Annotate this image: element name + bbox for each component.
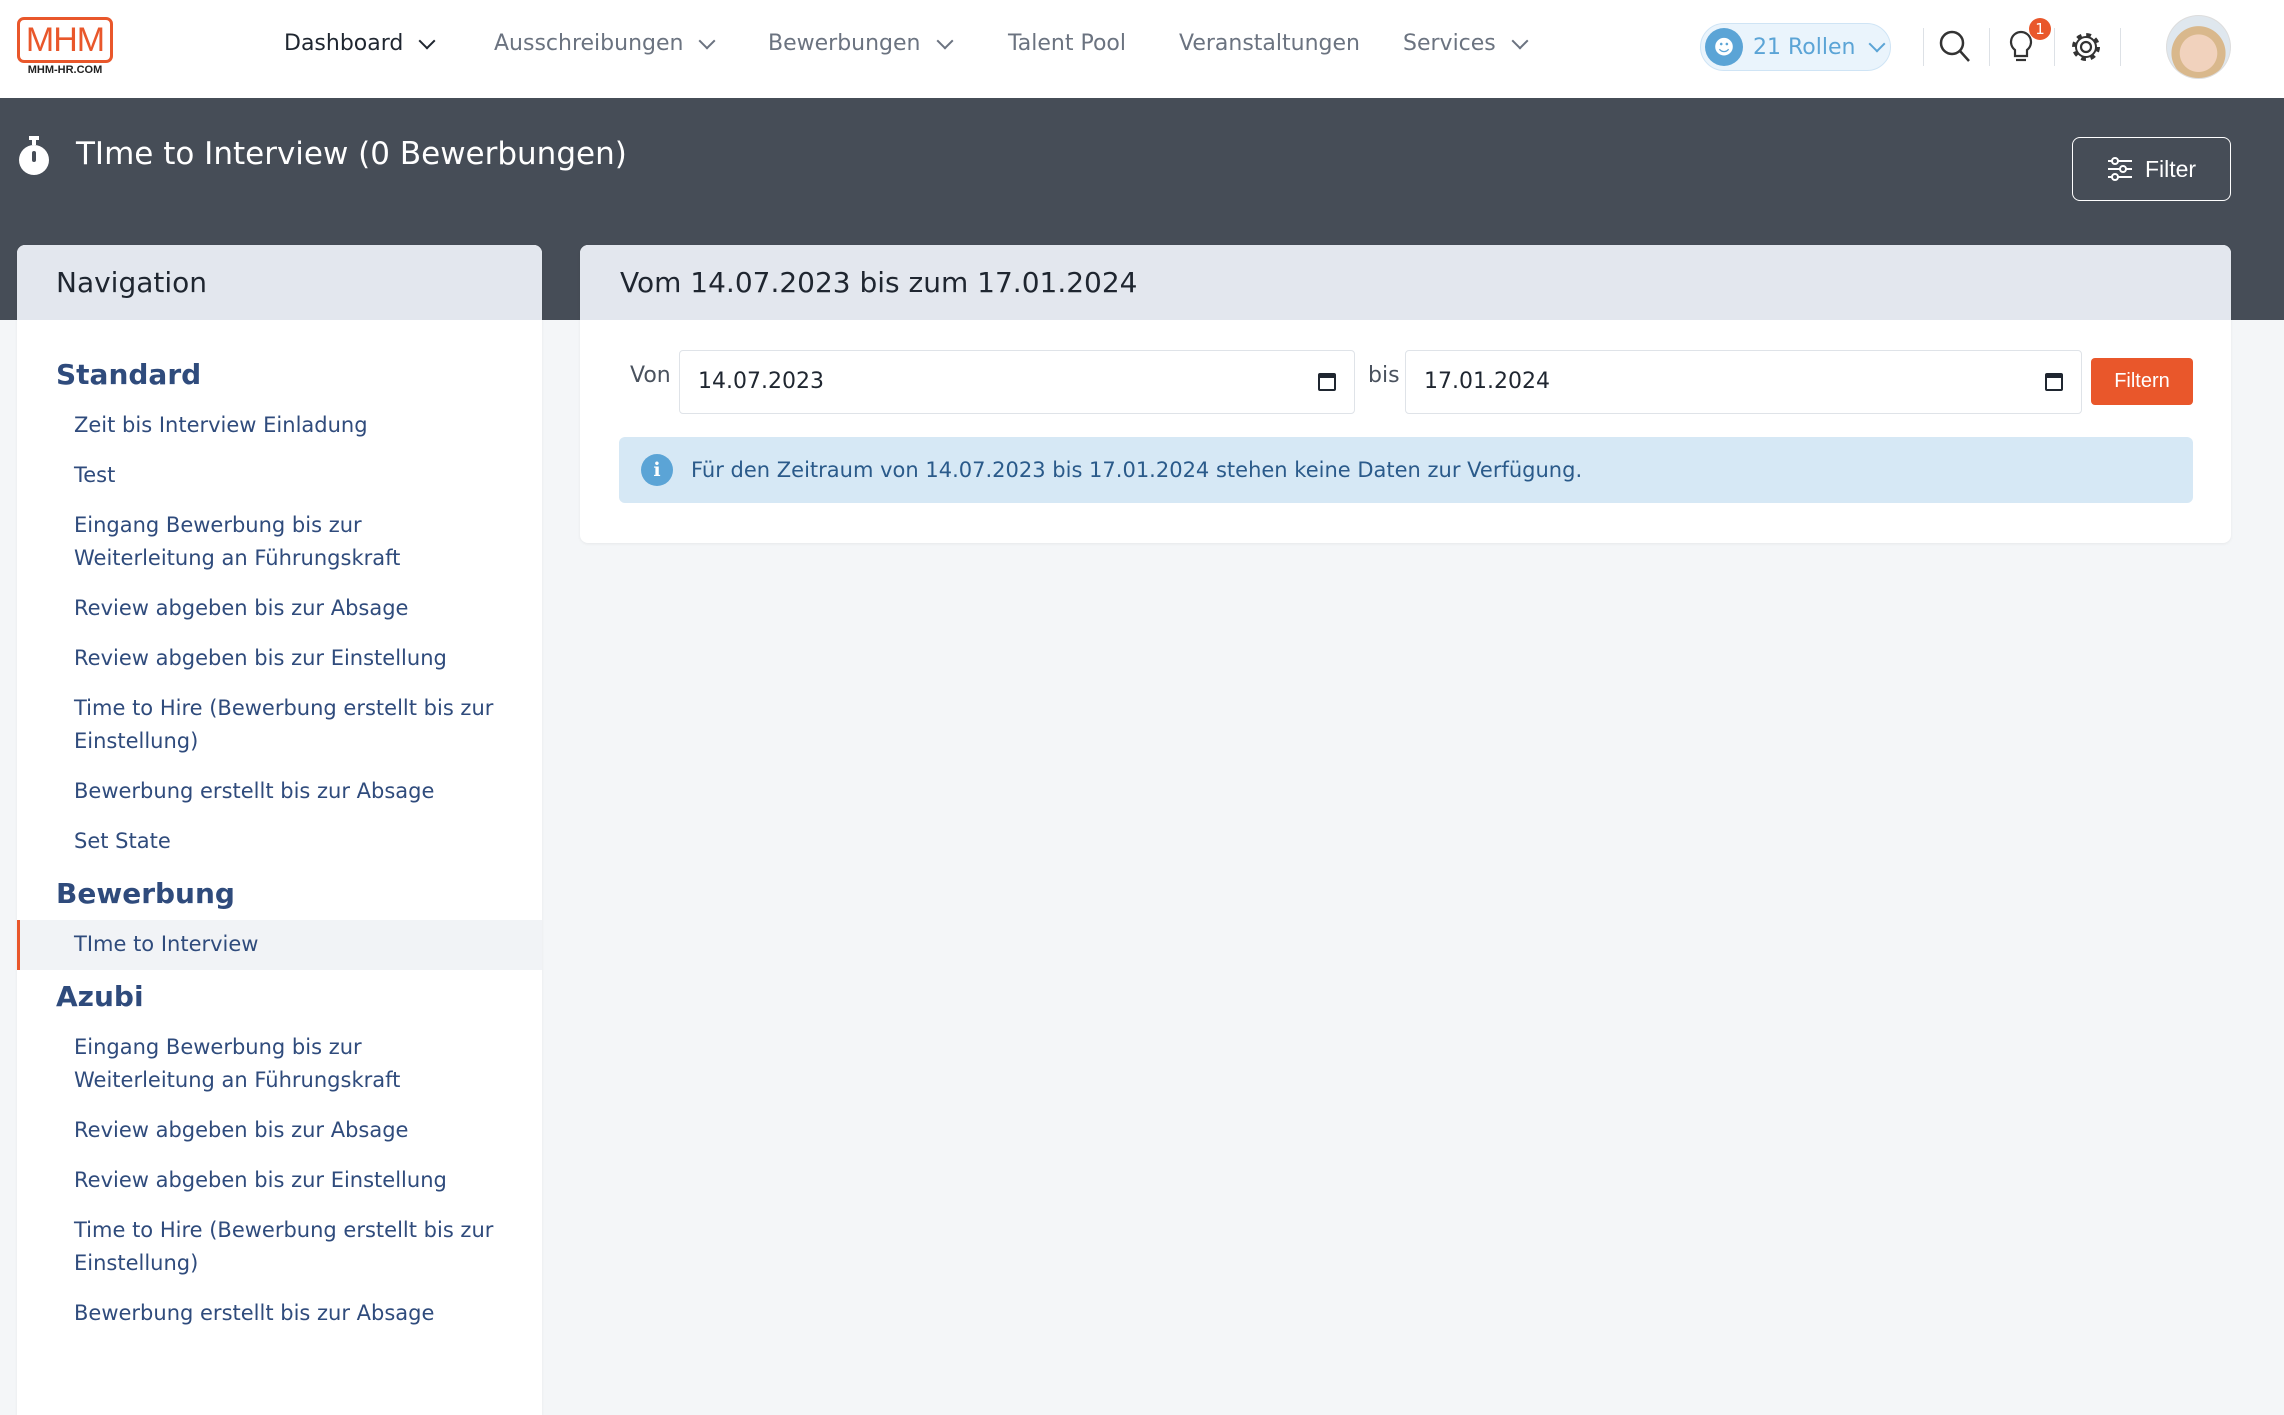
nav-label: Talent Pool — [1008, 31, 1127, 56]
chevron-down-icon — [1868, 35, 1886, 53]
gear-icon[interactable] — [2068, 28, 2104, 66]
notification-badge: 1 — [2029, 18, 2051, 40]
nav-bewerbungen[interactable]: Bewerbungen — [768, 31, 953, 56]
chevron-down-icon — [936, 32, 953, 49]
avatar[interactable] — [2166, 15, 2231, 79]
nav-talent-pool[interactable]: Talent Pool — [1008, 31, 1126, 56]
nav-label: Veranstaltungen — [1179, 31, 1360, 56]
alert-text: Für den Zeitraum von 14.07.2023 bis 17.0… — [691, 458, 1583, 482]
from-date-value: 14.07.2023 — [698, 369, 824, 394]
nav-link[interactable]: Time to Hire (Bewerbung erstellt bis zur… — [17, 1206, 542, 1289]
nav-link[interactable]: Review abgeben bis zur Absage — [17, 1106, 542, 1156]
info-icon: i — [641, 454, 673, 486]
divider — [2054, 28, 2055, 66]
nav-link[interactable]: Review abgeben bis zur Einstellung — [17, 1156, 542, 1206]
chevron-down-icon — [1511, 32, 1529, 49]
nav-section-title: Azubi — [56, 980, 144, 1013]
roles-dropdown[interactable]: ☻ 21 Rollen — [1700, 23, 1891, 71]
nav-label: Dashboard — [284, 31, 404, 56]
chevron-down-icon — [698, 32, 716, 49]
nav-link[interactable]: Review abgeben bis zur Einstellung — [17, 634, 542, 684]
chevron-down-icon — [418, 32, 436, 49]
nav-link[interactable]: Bewerbung erstellt bis zur Absage — [17, 1289, 542, 1339]
logo-mark: MHM — [17, 17, 113, 63]
nav-link[interactable]: Zeit bis Interview Einladung — [17, 401, 542, 451]
nav-link[interactable]: Bewerbung erstellt bis zur Absage — [17, 767, 542, 817]
top-header: MHM MHM-HR.COM Dashboard Ausschreibungen B… — [0, 0, 2284, 98]
nav-link[interactable]: Review abgeben bis zur Absage — [17, 584, 542, 634]
navigation-title: Navigation — [17, 245, 542, 320]
user-gear-icon: ☻ — [1705, 28, 1743, 66]
nav-section-title: Standard — [56, 358, 202, 391]
logo-subtitle: MHM-HR.COM — [27, 64, 103, 76]
to-label: bis — [1368, 363, 1400, 388]
nav-link[interactable]: Set State — [17, 817, 542, 867]
divider — [2120, 28, 2121, 66]
nav-veranstaltungen[interactable]: Veranstaltungen — [1179, 31, 1360, 56]
filter-button[interactable]: Filter — [2072, 137, 2231, 201]
nav-services[interactable]: Services — [1403, 31, 1529, 56]
nav-link[interactable]: Time to Hire (Bewerbung erstellt bis zur… — [17, 684, 542, 767]
nav-link[interactable]: TIme to Interview — [17, 920, 542, 970]
from-date-input[interactable]: 14.07.2023 — [679, 350, 1355, 414]
from-label: Von — [630, 363, 671, 388]
page-title: TIme to Interview (0 Bewerbungen) — [76, 136, 627, 172]
sliders-icon — [2107, 157, 2132, 181]
nav-label: Ausschreibungen — [494, 31, 684, 56]
navigation-panel: Navigation Standard Zeit bis Interview Ei… — [17, 245, 542, 1415]
stopwatch-icon — [19, 136, 49, 175]
nav-section-title: Bewerbung — [56, 877, 235, 910]
divider — [1923, 28, 1924, 66]
nav-label: Services — [1403, 31, 1496, 56]
filter-label: Filter — [2144, 155, 2197, 182]
filtern-button[interactable]: Filtern — [2091, 358, 2193, 405]
date-filter-card: Vom 14.07.2023 bis zum 17.01.2024 Von 14… — [580, 245, 2231, 543]
nav-label: Bewerbungen — [768, 31, 921, 56]
search-icon[interactable] — [1937, 28, 1973, 66]
info-alert: i Für den Zeitraum von 14.07.2023 bis 17… — [619, 437, 2193, 503]
nav-dashboard[interactable]: Dashboard — [284, 31, 436, 56]
nav-link[interactable]: Eingang Bewerbung bis zur Weiterleitung … — [17, 501, 542, 584]
calendar-icon[interactable] — [2045, 373, 2063, 391]
roles-label: 21 Rollen — [1753, 34, 1856, 60]
date-range-heading: Vom 14.07.2023 bis zum 17.01.2024 — [580, 245, 2231, 320]
divider — [1989, 28, 1990, 66]
logo[interactable]: MHM MHM-HR.COM — [17, 17, 113, 77]
nav-ausschreibungen[interactable]: Ausschreibungen — [494, 31, 716, 56]
to-date-value: 17.01.2024 — [1424, 369, 1550, 394]
nav-link[interactable]: Test — [17, 451, 542, 501]
to-date-input[interactable]: 17.01.2024 — [1405, 350, 2082, 414]
nav-link[interactable]: Eingang Bewerbung bis zur Weiterleitung … — [17, 1023, 542, 1106]
calendar-icon[interactable] — [1318, 373, 1336, 391]
